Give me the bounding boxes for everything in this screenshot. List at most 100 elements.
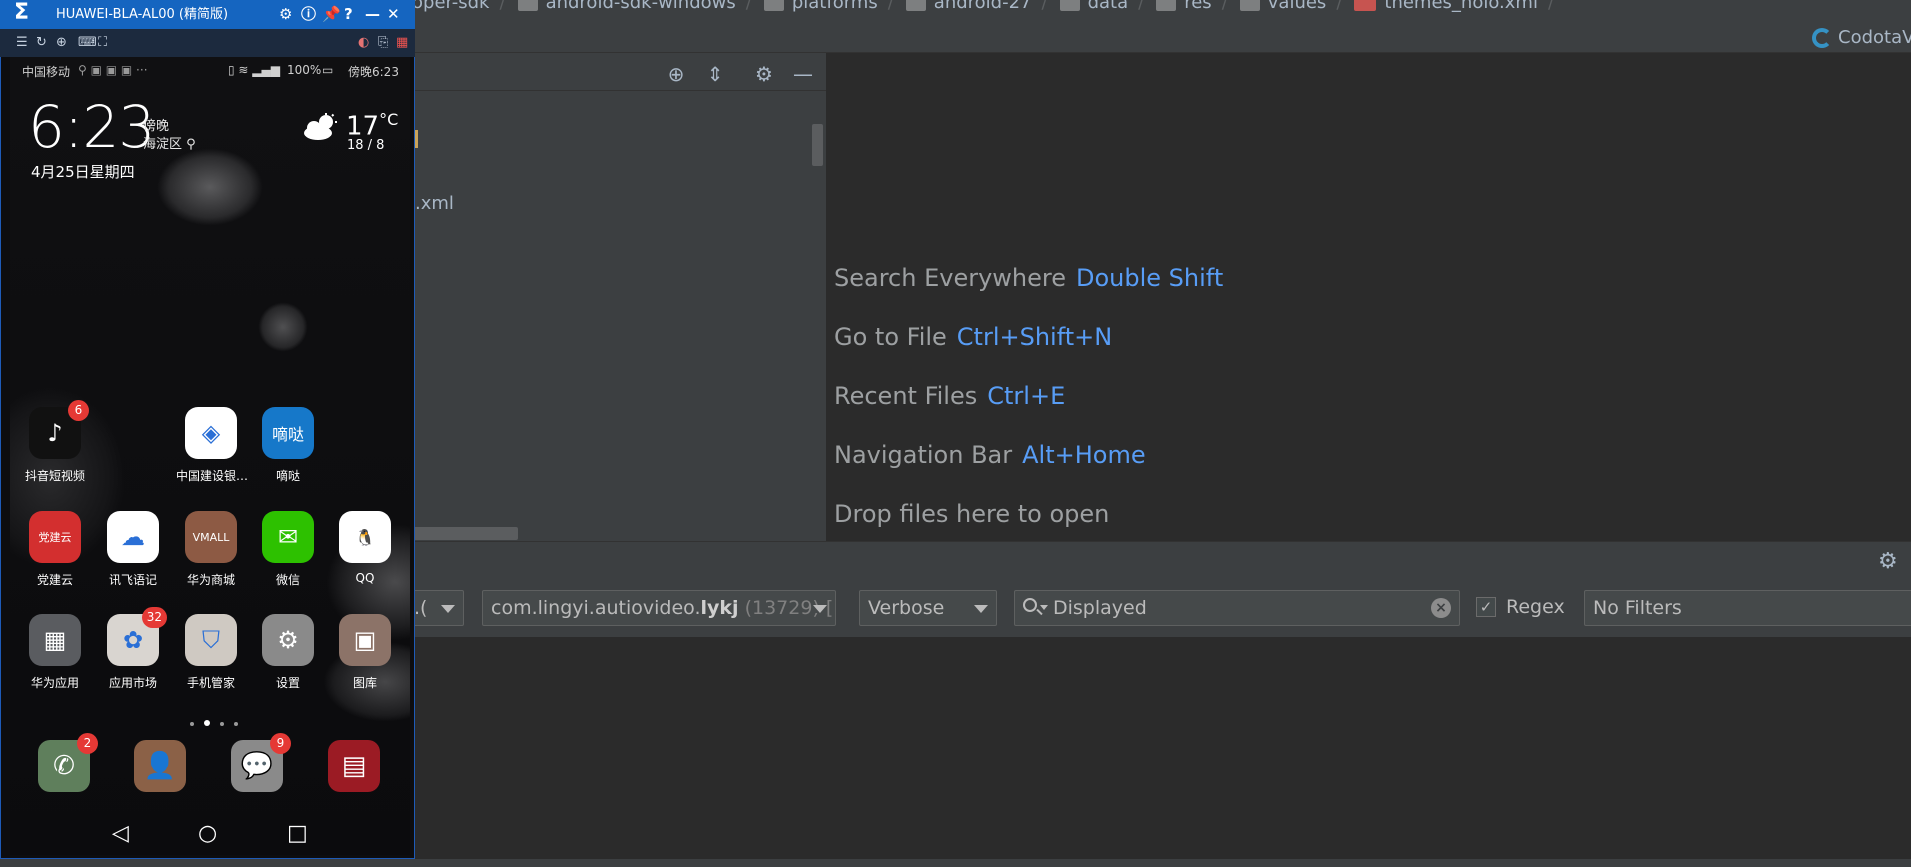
rotate-icon[interactable]: ↻: [36, 29, 47, 57]
app-label: 讯飞语记: [108, 573, 157, 587]
info-icon[interactable]: ⓘ: [301, 0, 316, 29]
app-glyph-icon: 党建云: [29, 511, 81, 563]
breadcrumb-item[interactable]: platforms /: [763, 0, 894, 12]
dock-app-3[interactable]: ▤: [328, 740, 380, 792]
app-glyph-icon: ⛉: [185, 614, 237, 666]
app-label: 应用市场: [108, 676, 157, 690]
app-label: 抖音短视频: [24, 469, 85, 483]
regex-checkbox[interactable]: ✓: [1476, 597, 1496, 617]
app-icon-0[interactable]: ▦ 华为应用: [20, 614, 90, 691]
breadcrumb-item[interactable]: res /: [1156, 0, 1228, 12]
export-icon[interactable]: ⎘: [378, 29, 388, 57]
pin-icon[interactable]: 📌: [322, 0, 341, 29]
mirror-title: HUAWEI-BLA-AL00 (精简版): [56, 7, 229, 22]
grid-icon[interactable]: ▦: [396, 29, 408, 57]
process-select[interactable]: com.lingyi.autiovideo.lykj (13729) [I: [482, 590, 836, 626]
app-label: 手机管家: [186, 676, 235, 690]
battery-icon: ▭: [322, 63, 334, 77]
dock-app-2[interactable]: 💬 9: [231, 733, 291, 792]
breadcrumb-item[interactable]: android-sdk-windows /: [517, 0, 752, 12]
app-label: 微信: [275, 573, 300, 587]
app-icon-4[interactable]: ▣ 图库: [330, 614, 400, 691]
chevron-down-icon: [441, 605, 455, 613]
clock-date: 4月25日星期四: [31, 163, 135, 181]
notification-badge: 32: [141, 607, 167, 628]
gear-icon[interactable]: ⚙: [753, 63, 775, 85]
app-glyph-icon: 嘀哒: [262, 407, 314, 459]
mirror-toolbar: ☰ ↻ ⊕ ⌨ ⛶ ◐ ⎘ ▦: [0, 29, 415, 57]
hide-panel-icon[interactable]: —: [792, 63, 814, 85]
project-vertical-scrollbar[interactable]: [812, 124, 823, 166]
dock-app-1[interactable]: 👤: [134, 740, 186, 792]
app-label: 嘀哒: [275, 469, 300, 483]
search-history-dropdown-icon[interactable]: [1040, 605, 1048, 610]
fullscreen-icon[interactable]: ⛶: [98, 29, 107, 57]
breadcrumb-item[interactable]: themes_holo.xml /: [1354, 0, 1554, 12]
settings-icon[interactable]: ⚙: [279, 0, 292, 29]
search-icon[interactable]: [1023, 598, 1037, 612]
filter-select[interactable]: No Filters: [1584, 590, 1911, 626]
hint-drop-files: Drop files here to open: [834, 500, 1110, 528]
notification-badge: 2: [77, 733, 98, 754]
breadcrumb-item[interactable]: values /: [1239, 0, 1342, 12]
folder-icon: [1156, 0, 1177, 11]
dock-app-0[interactable]: ✆ 2: [38, 733, 98, 792]
breadcrumb-item[interactable]: data /: [1059, 0, 1144, 12]
clear-search-icon[interactable]: ×: [1431, 598, 1451, 618]
home-nav-icon[interactable]: ○: [198, 821, 217, 846]
app-icon-1[interactable]: ✿ 32 应用市场: [98, 607, 168, 691]
status-icons-left: ⚲ ▣ ▣ ▣ ···: [78, 63, 148, 77]
zoom-icon[interactable]: ⊕: [56, 29, 67, 57]
app-glyph-icon: ⚙: [262, 614, 314, 666]
close-icon[interactable]: ✕: [387, 0, 400, 29]
breadcrumb-item[interactable]: android-27/: [905, 0, 1048, 12]
tree-item-xml[interactable]: .xml: [415, 193, 454, 214]
app-icon-2[interactable]: ⛉ 手机管家: [176, 614, 246, 691]
logcat-search-input[interactable]: Displayed ×: [1014, 590, 1460, 626]
recents-nav-icon[interactable]: □: [287, 821, 308, 846]
app-glyph-icon: ☁: [107, 511, 159, 563]
weather-temp[interactable]: 17°C: [346, 105, 398, 142]
hint-search-everywhere: Search Everywhere Double Shift: [834, 264, 1224, 292]
back-nav-icon[interactable]: ◁: [112, 821, 129, 846]
app-icon-1[interactable]: ◈ 中国建设银…: [176, 407, 248, 484]
app-icon-1[interactable]: ☁ 讯飞语记: [98, 511, 168, 588]
notification-badge: 6: [68, 400, 89, 421]
mute-icon[interactable]: ◐: [358, 29, 369, 57]
app-icon-4[interactable]: 🐧 QQ: [330, 511, 400, 585]
clock-location: 海淀区 ⚲: [143, 137, 196, 152]
app-icon-0[interactable]: 党建云 党建云: [20, 511, 90, 588]
menu-icon[interactable]: ☰: [16, 29, 28, 57]
clock-time[interactable]: 6:23: [28, 97, 155, 157]
chevron-down-icon: [974, 605, 988, 613]
app-glyph-icon: ✉: [262, 511, 314, 563]
regex-toggle[interactable]: ✓ Regex: [1476, 596, 1565, 618]
folder-icon: [517, 0, 538, 11]
app-icon-0[interactable]: ♪ 6 抖音短视频: [20, 400, 90, 484]
minimize-icon[interactable]: —: [365, 0, 380, 29]
hint-go-to-file: Go to File Ctrl+Shift+N: [834, 323, 1113, 351]
locate-icon[interactable]: ⊕: [665, 63, 687, 85]
app-glyph-icon: ▦: [29, 614, 81, 666]
codota-button[interactable]: CodotaVi: [1812, 27, 1911, 48]
phone-screen[interactable]: 中国移动 ⚲ ▣ ▣ ▣ ··· ▯ ≋ ▂▄▆ 100% ▭ 傍晚6:23 6…: [10, 57, 410, 855]
log-level-select[interactable]: Verbose: [859, 590, 997, 626]
help-icon[interactable]: ?: [344, 0, 353, 29]
app-label: 华为应用: [30, 676, 79, 690]
folder-icon: [905, 0, 926, 11]
app-icon-3[interactable]: ✉ 微信: [253, 511, 323, 588]
collapse-all-icon[interactable]: ⇕: [704, 63, 726, 85]
status-time: 傍晚6:23: [348, 65, 399, 79]
breadcrumb-item[interactable]: oper-sdk /: [412, 0, 506, 12]
codota-icon: [1812, 27, 1832, 48]
folder-icon: [1059, 0, 1080, 11]
app-label: 图库: [352, 676, 377, 690]
logcat-settings-icon[interactable]: ⚙: [1878, 549, 1898, 574]
record-icon[interactable]: ⌨: [78, 29, 97, 57]
app-icon-3[interactable]: ⚙ 设置: [253, 614, 323, 691]
hint-recent-files: Recent Files Ctrl+E: [834, 382, 1066, 410]
app-icon-2[interactable]: VMALL 华为商城: [176, 511, 246, 588]
signal-icons: ▯ ≋ ▂▄▆: [228, 63, 280, 77]
location-pin-icon: ⚲: [186, 137, 196, 152]
app-icon-2[interactable]: 嘀哒 嘀哒: [253, 407, 323, 484]
